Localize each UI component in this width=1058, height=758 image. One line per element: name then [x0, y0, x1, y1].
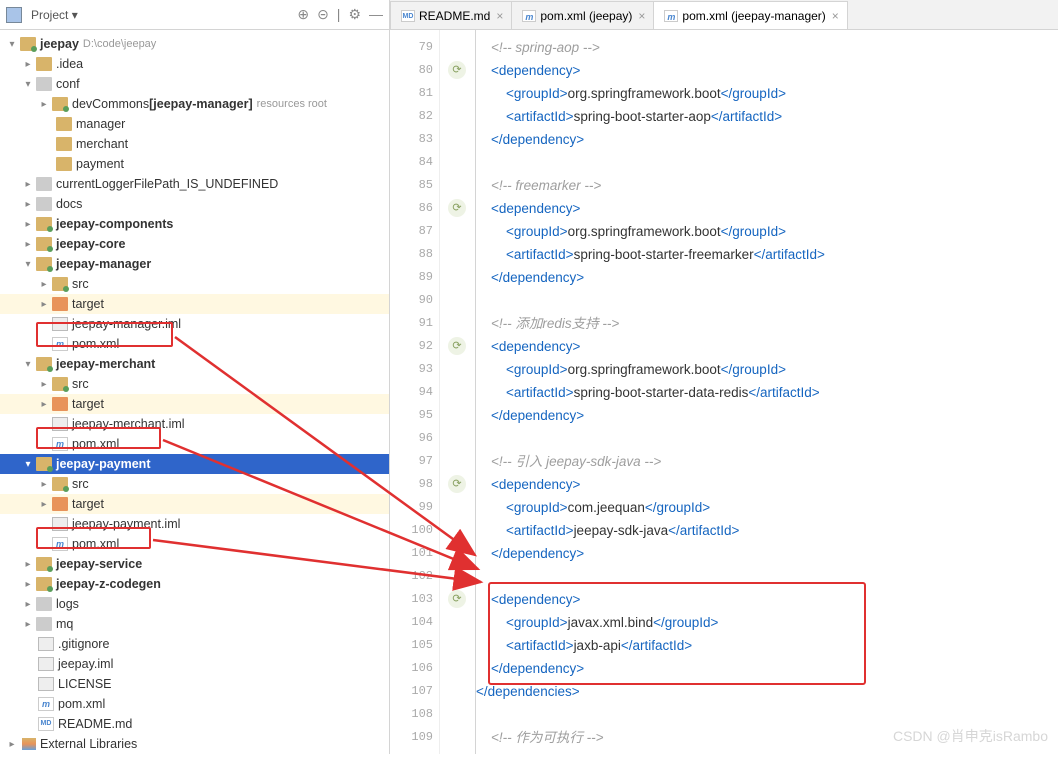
tree-target-mch[interactable]: ▸target	[0, 394, 389, 414]
tree-jeepayiml[interactable]: jeepay.iml	[0, 654, 389, 674]
tree-iml-pay[interactable]: jeepay-payment.iml	[0, 514, 389, 534]
project-tree[interactable]: ▾jeepayD:\code\jeepay ▸.idea ▾conf ▸devC…	[0, 30, 389, 758]
tree-manager[interactable]: manager	[0, 114, 389, 134]
tree-jeepay-payment[interactable]: ▾jeepay-payment	[0, 454, 389, 474]
sidebar-header: Project ▾ ⊕ ⊝ | ⚙ —	[0, 0, 389, 30]
tree-currentlogger[interactable]: ▸currentLoggerFilePath_IS_UNDEFINED	[0, 174, 389, 194]
tree-jeepay-merchant[interactable]: ▾jeepay-merchant	[0, 354, 389, 374]
line-gutter: 7980818283848586878889909192939495969798…	[390, 30, 440, 754]
close-icon[interactable]: ×	[832, 9, 839, 23]
tree-pom-root[interactable]: mpom.xml	[0, 694, 389, 714]
sidebar-toolbar: ⊕ ⊝ | ⚙ —	[297, 6, 383, 23]
tool-hide-icon[interactable]: —	[369, 6, 383, 23]
tree-iml-mgr[interactable]: jeepay-manager.iml	[0, 314, 389, 334]
tree-docs[interactable]: ▸docs	[0, 194, 389, 214]
tab-readme[interactable]: MDREADME.md×	[390, 1, 512, 29]
tree-devcommons[interactable]: ▸devCommons [jeepay-manager]resources ro…	[0, 94, 389, 114]
tree-src-mgr[interactable]: ▸src	[0, 274, 389, 294]
tree-gitignore[interactable]: .gitignore	[0, 634, 389, 654]
tree-external-libs[interactable]: ▸External Libraries	[0, 734, 389, 754]
close-icon[interactable]: ×	[496, 9, 503, 23]
tree-mq[interactable]: ▸mq	[0, 614, 389, 634]
tree-target-pay[interactable]: ▸target	[0, 494, 389, 514]
tree-license[interactable]: LICENSE	[0, 674, 389, 694]
tree-payment[interactable]: payment	[0, 154, 389, 174]
tool-collapse-icon[interactable]: ⊝	[317, 6, 329, 23]
tree-service[interactable]: ▸jeepay-service	[0, 554, 389, 574]
tree-iml-mch[interactable]: jeepay-merchant.iml	[0, 414, 389, 434]
close-icon[interactable]: ×	[638, 9, 645, 23]
fold-gutter	[440, 30, 476, 754]
tab-pom-jeepay[interactable]: mpom.xml (jeepay)×	[511, 1, 654, 29]
tree-pom-pay[interactable]: mpom.xml	[0, 534, 389, 554]
tree-components[interactable]: ▸jeepay-components	[0, 214, 389, 234]
project-icon	[6, 7, 22, 23]
tool-gear-icon[interactable]: ⚙	[348, 6, 361, 23]
tree-readme[interactable]: MDREADME.md	[0, 714, 389, 734]
tool-divider-icon: |	[337, 6, 341, 23]
tab-pom-manager[interactable]: mpom.xml (jeepay-manager)×	[653, 1, 847, 29]
watermark: CSDN @肖申克isRambo	[893, 726, 1048, 746]
tree-target-mgr[interactable]: ▸target	[0, 294, 389, 314]
sidebar-title[interactable]: Project ▾	[26, 5, 83, 25]
tree-core[interactable]: ▸jeepay-core	[0, 234, 389, 254]
tree-src-pay[interactable]: ▸src	[0, 474, 389, 494]
tree-src-mch[interactable]: ▸src	[0, 374, 389, 394]
tool-locate-icon[interactable]: ⊕	[297, 6, 309, 23]
tree-logs[interactable]: ▸logs	[0, 594, 389, 614]
editor-tabs: MDREADME.md× mpom.xml (jeepay)× mpom.xml…	[390, 0, 1058, 30]
tree-pom-mgr[interactable]: mpom.xml	[0, 334, 389, 354]
tree-codegen[interactable]: ▸jeepay-z-codegen	[0, 574, 389, 594]
tree-conf[interactable]: ▾conf	[0, 74, 389, 94]
code-editor[interactable]: <!-- spring-aop --> <dependency> <groupI…	[476, 30, 1058, 754]
tree-root[interactable]: ▾jeepayD:\code\jeepay	[0, 34, 389, 54]
tree-idea[interactable]: ▸.idea	[0, 54, 389, 74]
tree-jeepay-manager[interactable]: ▾jeepay-manager	[0, 254, 389, 274]
tree-pom-mch[interactable]: mpom.xml	[0, 434, 389, 454]
project-sidebar: Project ▾ ⊕ ⊝ | ⚙ — ▾jeepayD:\code\jeepa…	[0, 0, 390, 754]
tree-merchant[interactable]: merchant	[0, 134, 389, 154]
